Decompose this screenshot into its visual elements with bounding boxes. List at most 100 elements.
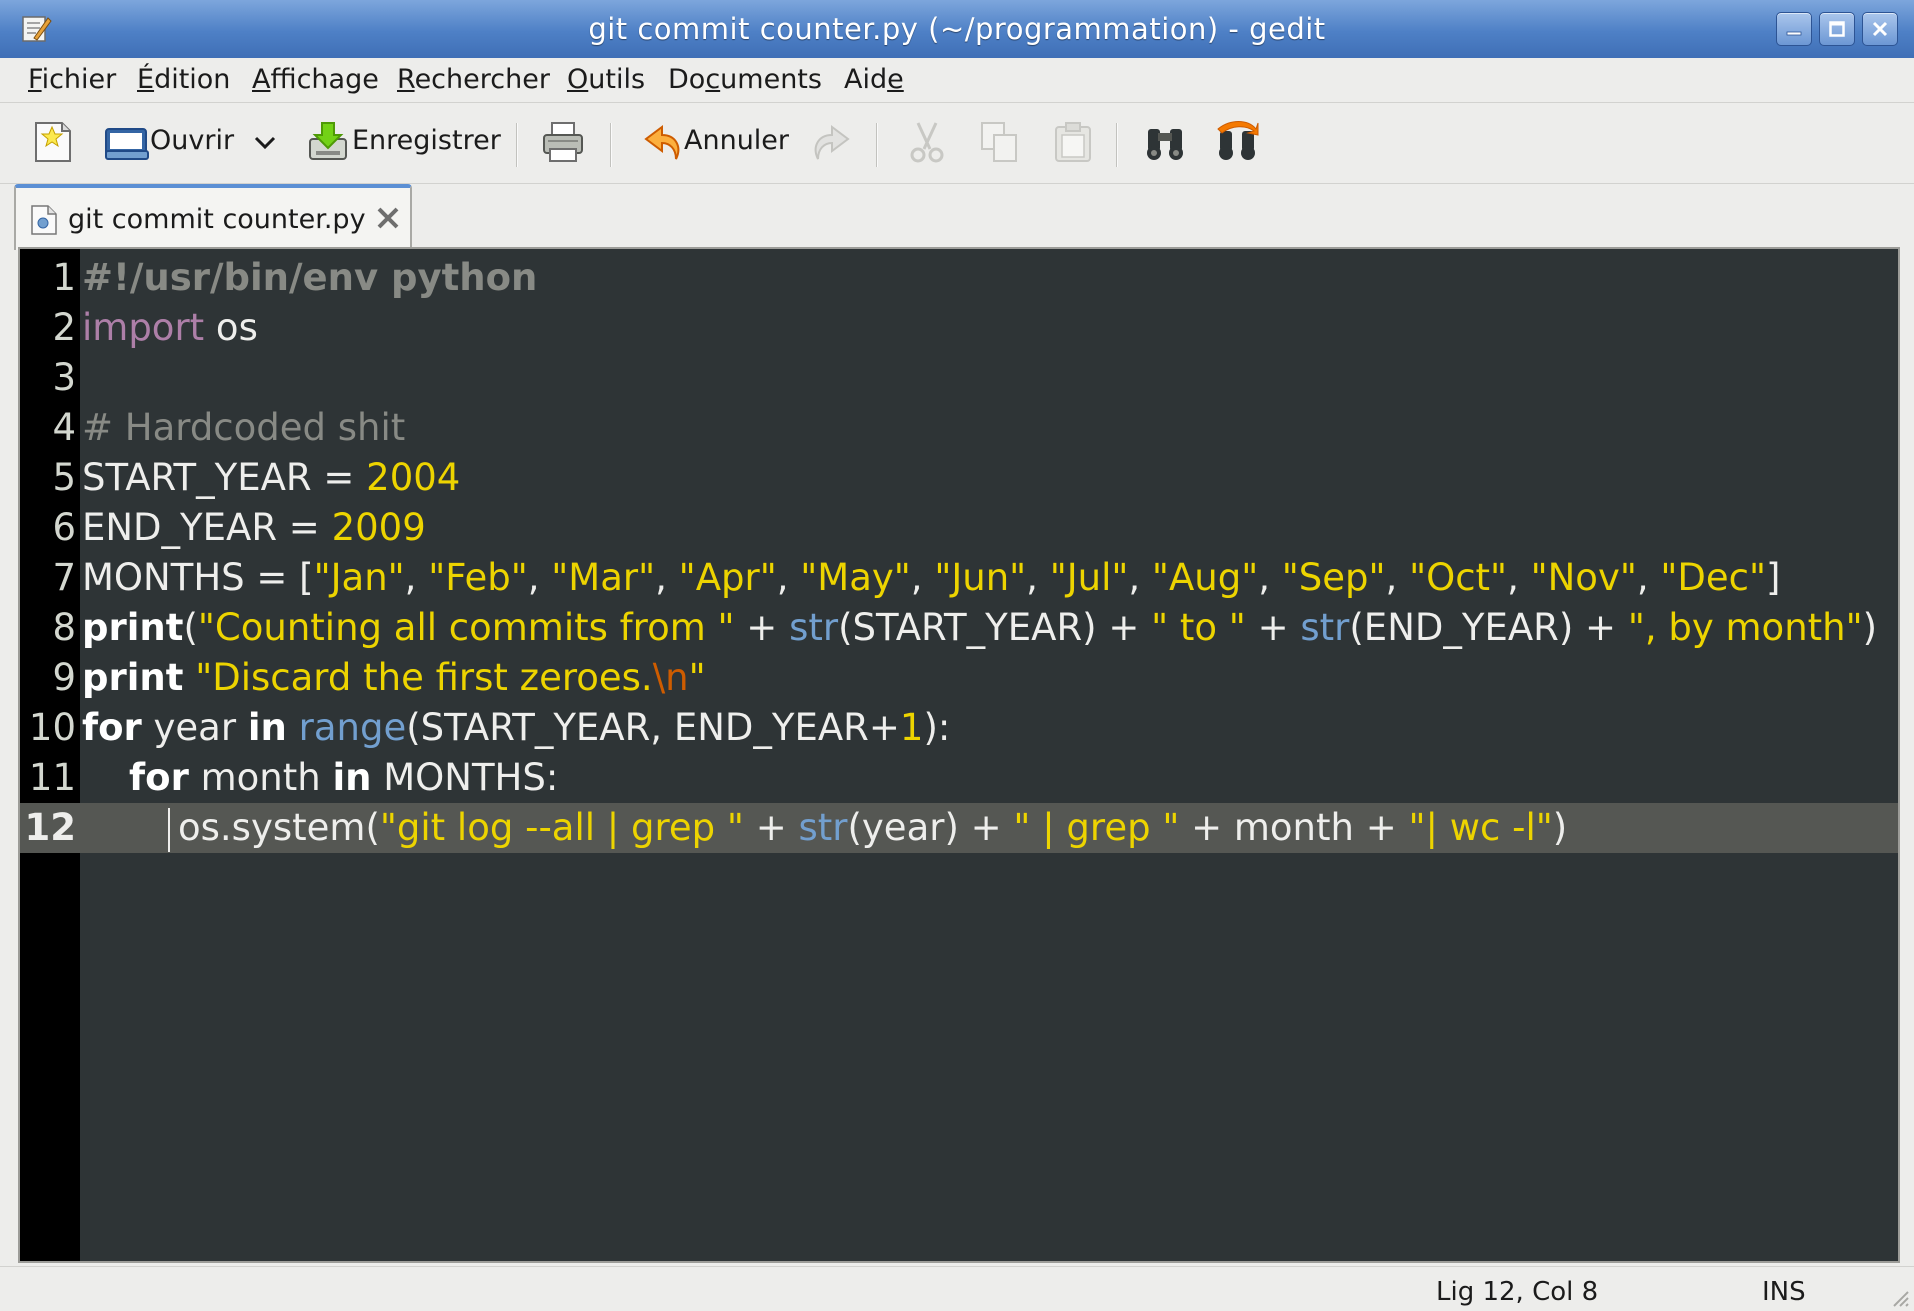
code-token: " [688, 656, 706, 699]
code-line[interactable]: 1 #!/usr/bin/env python [20, 253, 1898, 303]
line-number: 11 [28, 756, 76, 799]
copy-icon [981, 122, 1017, 162]
code-token: ) [1862, 606, 1878, 649]
code-line[interactable]: 9 print "Discard the first zeroes.\n" [20, 653, 1898, 703]
open-folder-icon [105, 128, 149, 160]
line-number: 4 [52, 406, 76, 449]
code-line[interactable]: 12 os.system("git log --all | grep " + st… [20, 803, 1898, 853]
code-text: #!/usr/bin/env python [82, 253, 537, 303]
code-line[interactable]: 8 print("Counting all commits from " + st… [20, 603, 1898, 653]
code-token: "Mar" [551, 556, 656, 599]
code-line[interactable]: 2 import os [20, 303, 1898, 353]
menu-outils[interactable]: Outils [567, 64, 645, 95]
open-label: Ouvrir [150, 125, 235, 156]
code-token: "Discard the first zeroes. [195, 656, 653, 699]
code-token: #!/usr/bin/env python [82, 256, 538, 299]
code-token: ) [1552, 806, 1568, 849]
code-token: "git log --all | grep " [379, 806, 744, 849]
maximize-button[interactable] [1819, 12, 1855, 46]
copy-button[interactable] [976, 119, 1022, 165]
new-document-button[interactable] [30, 119, 76, 165]
code-token: "Jun" [934, 556, 1027, 599]
redo-button[interactable] [806, 119, 852, 165]
line-number: 3 [52, 356, 76, 399]
open-recent-dropdown[interactable] [250, 119, 280, 165]
save-label: Enregistrer [352, 125, 501, 156]
save-button[interactable]: Enregistrer [306, 119, 501, 165]
code-text: END_YEAR = 2009 [82, 503, 426, 553]
code-token: # Hardcoded shit [82, 406, 406, 449]
code-token: END_YEAR = [82, 506, 332, 549]
code-token: \n [652, 656, 689, 699]
code-token: in [332, 756, 372, 799]
code-line[interactable]: 5 START_YEAR = 2004 [20, 453, 1898, 503]
find-button[interactable] [1142, 119, 1188, 165]
close-window-button[interactable] [1862, 12, 1898, 46]
code-text: os.system("git log --all | grep " + str(… [82, 803, 1567, 853]
status-bar: Lig 12, Col 8 INS [0, 1266, 1914, 1311]
code-editor[interactable]: 1 #!/usr/bin/env python 2 import os 3 4 # Hard… [18, 247, 1900, 1263]
line-number: 9 [52, 656, 76, 699]
menu-documents[interactable]: Documents [668, 64, 822, 95]
code-token: "| wc -l" [1408, 806, 1553, 849]
paste-button[interactable] [1050, 119, 1096, 165]
print-button[interactable] [540, 119, 586, 165]
code-text: # Hardcoded shit [82, 403, 405, 453]
code-token: START_YEAR = [82, 456, 367, 499]
menu-aide[interactable]: Aide [844, 64, 904, 95]
line-number: 7 [52, 556, 76, 599]
code-token: "Sep" [1281, 556, 1386, 599]
toolbar-separator [610, 123, 612, 167]
code-line[interactable]: 4 # Hardcoded shit [20, 403, 1898, 453]
cut-button[interactable] [904, 119, 950, 165]
code-token: print [82, 606, 184, 649]
window-title: git commit counter.py (~/programmation) … [588, 12, 1326, 46]
title-bar[interactable]: git commit counter.py (~/programmation) … [0, 0, 1914, 59]
toolbar-separator [1116, 123, 1118, 167]
menu-fichier[interactable]: Fichier [28, 64, 116, 95]
code-token: ] [1766, 556, 1781, 599]
insert-mode-indicator[interactable]: INS [1762, 1277, 1806, 1307]
undo-icon [644, 125, 680, 160]
line-number: 1 [52, 256, 76, 299]
code-line[interactable]: 7 MONTHS = ["Jan", "Feb", "Mar", "Apr", "… [20, 553, 1898, 603]
close-icon [1872, 21, 1888, 37]
menu-edition[interactable]: Édition [137, 64, 230, 95]
code-token: "May" [800, 556, 911, 599]
open-button[interactable]: Ouvrir [104, 119, 262, 165]
tab-label: git commit counter.py [68, 204, 366, 235]
code-view[interactable]: 1 #!/usr/bin/env python 2 import os 3 4 # Hard… [20, 253, 1898, 853]
minimize-button[interactable] [1776, 12, 1812, 46]
text-file-icon [31, 205, 57, 235]
code-line[interactable]: 10 for year in range(START_YEAR, END_YEAR… [20, 703, 1898, 753]
menu-rechercher[interactable]: Rechercher [397, 64, 550, 95]
line-number: 10 [28, 706, 76, 749]
code-token: + [734, 606, 790, 649]
code-token: , [404, 556, 429, 599]
code-token: MONTHS: [371, 756, 559, 799]
menu-affichage[interactable]: Affichage [252, 64, 379, 95]
undo-button[interactable]: Annuler [642, 119, 789, 165]
code-token: (START_YEAR) + [838, 606, 1152, 649]
find-replace-button[interactable] [1214, 119, 1260, 165]
resize-grip-icon[interactable] [1888, 1286, 1910, 1308]
close-tab-icon[interactable] [374, 204, 402, 232]
code-line[interactable]: 3 [20, 353, 1898, 403]
code-token: os.system( [178, 806, 380, 849]
minimize-icon [1786, 31, 1802, 36]
code-text: START_YEAR = 2004 [82, 453, 460, 503]
code-token: "Oct" [1409, 556, 1508, 599]
code-token: + month + [1179, 806, 1409, 849]
code-token: for [82, 706, 142, 749]
tab-git-commit-counter[interactable]: git commit counter.py [14, 184, 412, 250]
code-token: str [789, 606, 839, 649]
code-line[interactable]: 6 END_YEAR = 2009 [20, 503, 1898, 553]
find-replace-icon [1217, 121, 1259, 160]
code-token: range [298, 706, 407, 749]
code-line[interactable]: 11 for month in MONTHS: [20, 753, 1898, 803]
line-number: 6 [52, 506, 76, 549]
code-token: ): [923, 706, 951, 749]
line-number: 5 [52, 456, 76, 499]
